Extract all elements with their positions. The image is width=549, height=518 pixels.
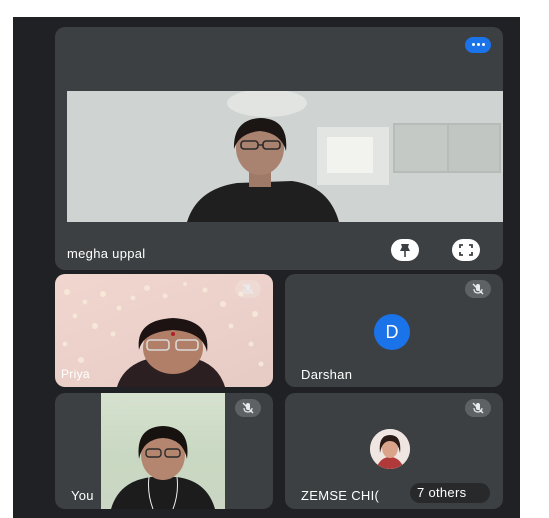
participant-name: Darshan: [301, 367, 353, 382]
others-count-chip[interactable]: 7 others: [410, 483, 490, 503]
self-video-image: [111, 426, 215, 509]
pin-button[interactable]: [391, 239, 419, 261]
avatar: D: [374, 314, 410, 350]
muted-indicator: [465, 399, 491, 417]
fullscreen-button[interactable]: [452, 239, 480, 261]
meeting-window: megha uppal Priya D Darshan You ZEMSE CH…: [13, 17, 520, 518]
muted-indicator: [235, 280, 261, 298]
participant-name: Priya: [61, 367, 90, 381]
avatar: [370, 429, 410, 469]
mic-off-icon: [472, 283, 484, 295]
others-count: 7 others: [417, 485, 467, 500]
participant-name: ZEMSE CHI(: [301, 488, 380, 503]
participant-tile-you[interactable]: You: [55, 393, 273, 509]
speaker-video-image: [67, 91, 503, 222]
avatar-image: [370, 429, 410, 469]
mic-off-icon: [472, 402, 484, 414]
pin-icon: [400, 244, 410, 257]
main-speaker-name: megha uppal: [67, 246, 146, 261]
muted-indicator: [465, 280, 491, 298]
self-video: [101, 393, 225, 509]
mic-off-icon: [242, 402, 254, 414]
participant-tile-priya[interactable]: Priya: [55, 274, 273, 387]
muted-indicator: [235, 399, 261, 417]
participant-name: You: [71, 488, 94, 503]
more-options-icon[interactable]: [465, 37, 491, 53]
mic-off-icon: [242, 283, 254, 295]
fullscreen-icon: [459, 244, 473, 256]
participant-tile-darshan[interactable]: D Darshan: [285, 274, 503, 387]
main-speaker-tile[interactable]: megha uppal: [55, 27, 503, 270]
main-video: [67, 91, 503, 222]
participant-tile-others[interactable]: ZEMSE CHI( 7 others: [285, 393, 503, 509]
